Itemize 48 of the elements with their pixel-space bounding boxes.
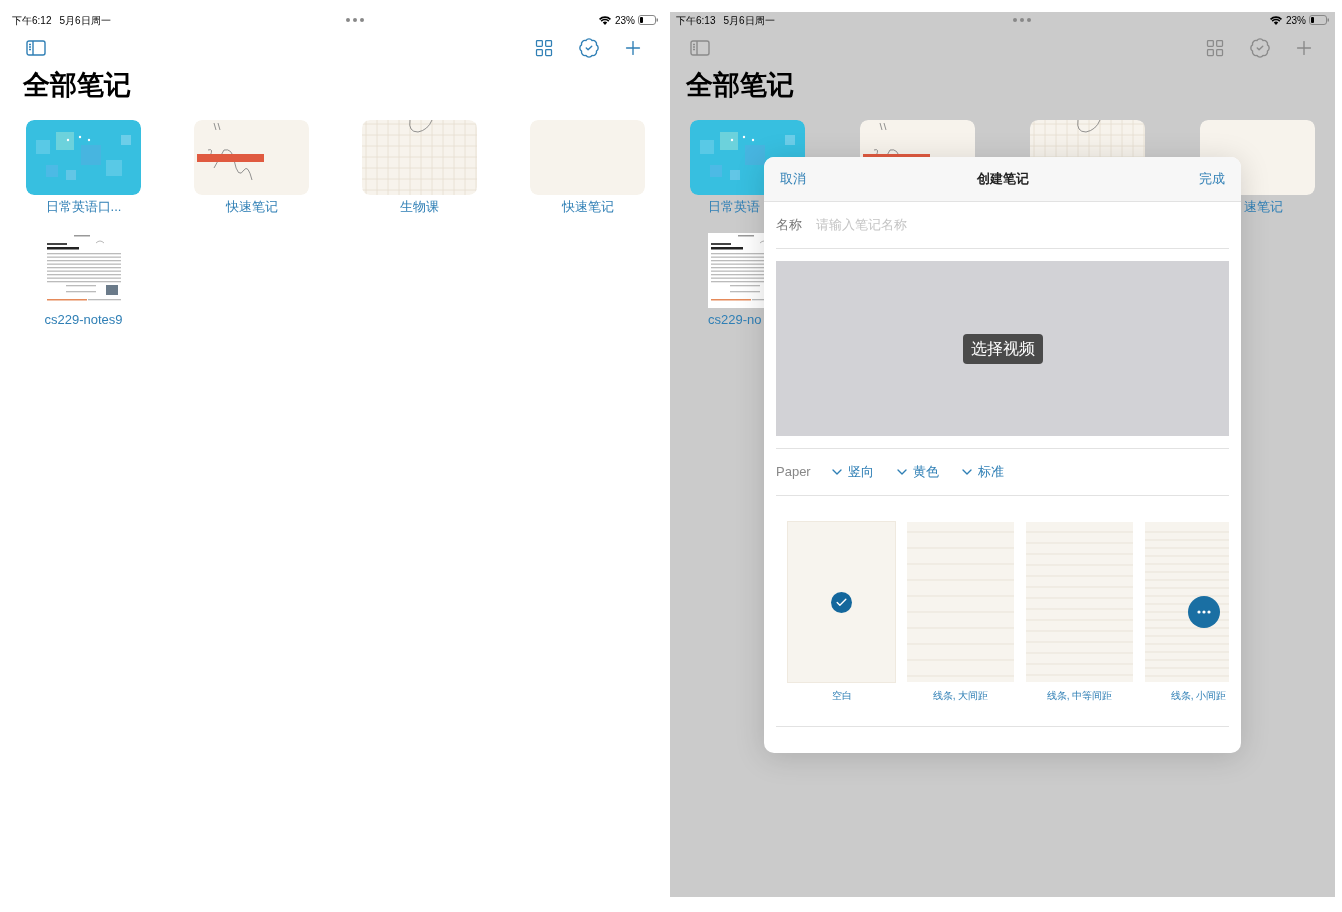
note-title[interactable]: 速笔记 — [1244, 199, 1283, 215]
more-button[interactable] — [1188, 596, 1220, 628]
template-label: 线条, 小间距 — [1170, 690, 1227, 702]
note-title[interactable]: cs229-notes9 — [44, 312, 123, 328]
battery-percent: 23% — [1286, 13, 1306, 28]
template-label: 空白 — [831, 690, 852, 702]
template-label: 线条, 中等间距 — [1046, 690, 1113, 702]
grid-view-button[interactable] — [1205, 38, 1225, 58]
sidebar-toggle[interactable] — [26, 40, 46, 56]
note-title[interactable]: 日常英语 — [708, 199, 760, 215]
note-title[interactable]: 日常英语口... — [45, 199, 122, 215]
done-button[interactable]: 完成 — [1199, 169, 1225, 189]
note-thumbnail[interactable] — [362, 120, 477, 195]
paper-option-dropdown[interactable]: 标准 — [958, 462, 1004, 482]
paper-template[interactable] — [1145, 522, 1229, 682]
wifi-icon — [599, 15, 611, 25]
note-title[interactable]: 生物课 — [400, 199, 439, 215]
note-thumbnail[interactable] — [26, 120, 141, 195]
page-title: 全部笔记 — [686, 69, 795, 102]
status-time: 下午6:12 — [12, 13, 52, 28]
note-title[interactable]: cs229-no — [708, 312, 762, 328]
grid-view-button[interactable] — [534, 38, 554, 58]
status-time: 下午6:13 — [676, 13, 716, 28]
note-title[interactable]: 快速笔记 — [225, 199, 278, 215]
ellipsis-icon — [1197, 610, 1211, 614]
page-title: 全部笔记 — [23, 69, 132, 102]
select-button[interactable] — [1249, 37, 1271, 59]
battery-icon — [1309, 15, 1329, 25]
wifi-icon — [1270, 15, 1282, 25]
note-title[interactable]: 快速笔记 — [561, 199, 614, 215]
status-date: 5月6日周一 — [723, 13, 775, 28]
battery-icon — [638, 15, 658, 25]
battery-percent: 23% — [615, 13, 635, 28]
paper-option-dropdown[interactable]: 竖向 — [828, 462, 874, 482]
select-button[interactable] — [578, 37, 600, 59]
paper-option-dropdown[interactable]: 黄色 — [893, 462, 939, 482]
dialog-title: 创建笔记 — [975, 170, 1030, 189]
multitasking-icon[interactable] — [1013, 18, 1032, 22]
check-icon — [831, 591, 852, 613]
name-label: 名称 — [776, 216, 802, 235]
status-date: 5月6日周一 — [59, 13, 111, 28]
paper-label: Paper — [776, 463, 811, 482]
choose-video-button[interactable]: 选择视频 — [962, 333, 1043, 364]
sidebar-toggle[interactable] — [690, 40, 710, 56]
template-label: 线条, 大间距 — [932, 690, 989, 702]
cancel-button[interactable]: 取消 — [780, 169, 806, 189]
note-thumbnail[interactable] — [194, 120, 309, 195]
multitasking-icon[interactable] — [345, 18, 364, 22]
